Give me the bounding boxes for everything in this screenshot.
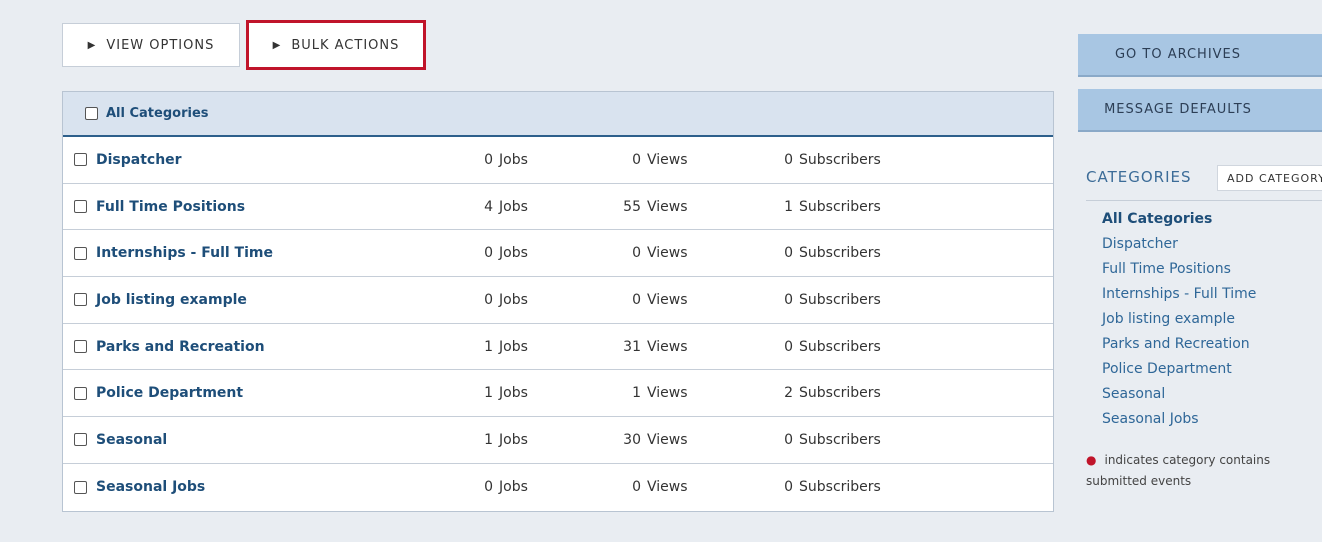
row-checkbox[interactable] (74, 293, 87, 307)
go-to-archives-button[interactable]: GO TO ARCHIVES (1078, 34, 1322, 77)
select-all-checkbox[interactable] (85, 107, 98, 120)
category-name-link[interactable]: Internships - Full Time (96, 245, 273, 261)
row-checkbox[interactable] (74, 340, 87, 354)
subscribers-count: 0 Subscribers (784, 338, 881, 355)
table-row: Internships - Full Time 0 Jobs 0 Views 0 Subsc… (63, 230, 1053, 278)
jobs-count: 1 Jobs (484, 385, 528, 402)
header-all-categories: All Categories (106, 106, 209, 121)
views-count: 30 Views (623, 431, 688, 448)
category-name-link[interactable]: Police Department (96, 385, 243, 401)
category-name-link[interactable]: Dispatcher (96, 152, 182, 168)
categories-heading: CATEGORIES (1086, 168, 1192, 186)
categories-table: All Categories Dispatcher 0 Jobs 0 Views 0 Sub… (62, 91, 1054, 512)
sidebar-category-link[interactable]: Seasonal Jobs (1102, 409, 1256, 434)
view-options-button[interactable]: ▶ VIEW OPTIONS (62, 23, 240, 67)
expand-triangle-icon: ▶ (272, 39, 282, 51)
views-count: 55 Views (623, 198, 688, 215)
add-category-button[interactable]: ADD CATEGORY (1217, 165, 1322, 191)
views-count: 0 Views (632, 245, 688, 262)
bulk-actions-label: BULK ACTIONS (291, 37, 400, 53)
sidebar-category-link[interactable]: All Categories (1102, 209, 1256, 234)
subscribers-count: 0 Subscribers (784, 431, 881, 448)
table-row: Job listing example 0 Jobs 0 Views 0 Subscribe… (63, 277, 1053, 324)
sidebar-category-link[interactable]: Job listing example (1102, 309, 1256, 334)
table-row: Parks and Recreation 1 Jobs 31 Views 0 Subscri… (63, 324, 1053, 371)
sidebar-category-link[interactable]: Dispatcher (1102, 234, 1256, 259)
legend-note: ● indicates category contains submitted e… (1086, 450, 1322, 492)
category-name-link[interactable]: Parks and Recreation (96, 339, 265, 355)
message-defaults-button[interactable]: MESSAGE DEFAULTS (1078, 89, 1322, 132)
table-row: Seasonal 1 Jobs 30 Views 0 Subscribers (63, 417, 1053, 464)
jobs-count: 4 Jobs (484, 198, 528, 215)
table-row: Police Department 1 Jobs 1 Views 2 Subscribers (63, 370, 1053, 418)
row-checkbox[interactable] (74, 386, 87, 400)
subscribers-count: 0 Subscribers (784, 291, 881, 308)
bulk-actions-button[interactable]: ▶ BULK ACTIONS (246, 20, 426, 70)
jobs-count: 1 Jobs (484, 338, 528, 355)
divider (1086, 200, 1322, 201)
category-name-link[interactable]: Seasonal (96, 432, 167, 448)
note-text: indicates category contains submitted ev… (1086, 453, 1271, 488)
category-name-link[interactable]: Job listing example (96, 292, 247, 308)
sidebar-category-link[interactable]: Seasonal (1102, 384, 1256, 409)
jobs-count: 1 Jobs (484, 431, 528, 448)
subscribers-count: 0 Subscribers (784, 245, 881, 262)
message-defaults-label: MESSAGE DEFAULTS (1104, 102, 1252, 117)
sidebar-category-link[interactable]: Parks and Recreation (1102, 334, 1256, 359)
category-name-link[interactable]: Seasonal Jobs (96, 479, 205, 495)
jobs-count: 0 Jobs (484, 479, 528, 496)
jobs-count: 0 Jobs (484, 291, 528, 308)
table-row: Dispatcher 0 Jobs 0 Views 0 Subscribers (63, 137, 1053, 184)
sidebar-category-link[interactable]: Police Department (1102, 359, 1256, 384)
jobs-count: 0 Jobs (484, 245, 528, 262)
table-header: All Categories (63, 92, 1053, 137)
subscribers-count: 0 Subscribers (784, 479, 881, 496)
category-name-link[interactable]: Full Time Positions (96, 199, 245, 215)
views-count: 0 Views (632, 479, 688, 496)
table-row: Seasonal Jobs 0 Jobs 0 Views 0 Subscribers (63, 464, 1053, 511)
go-to-archives-label: GO TO ARCHIVES (1114, 47, 1242, 62)
views-count: 0 Views (632, 151, 688, 168)
jobs-count: 0 Jobs (484, 151, 528, 168)
views-count: 1 Views (632, 385, 688, 402)
sidebar-category-link[interactable]: Internships - Full Time (1102, 284, 1256, 309)
subscribers-count: 2 Subscribers (784, 385, 881, 402)
row-checkbox[interactable] (74, 153, 87, 167)
views-count: 0 Views (632, 291, 688, 308)
subscribers-count: 1 Subscribers (784, 198, 881, 215)
views-count: 31 Views (623, 338, 688, 355)
row-checkbox[interactable] (74, 200, 87, 214)
row-checkbox[interactable] (74, 480, 87, 494)
view-options-label: VIEW OPTIONS (106, 37, 215, 53)
table-row: Full Time Positions 4 Jobs 55 Views 1 Subscrib… (63, 184, 1053, 231)
submitted-dot-icon: ● (1086, 453, 1097, 467)
sidebar-category-link[interactable]: Full Time Positions (1102, 259, 1256, 284)
row-checkbox[interactable] (74, 433, 87, 447)
category-list: All Categories Dispatcher Full Time Positi… (1102, 209, 1256, 434)
subscribers-count: 0 Subscribers (784, 151, 881, 168)
row-checkbox[interactable] (74, 246, 87, 260)
expand-triangle-icon: ▶ (87, 39, 97, 51)
